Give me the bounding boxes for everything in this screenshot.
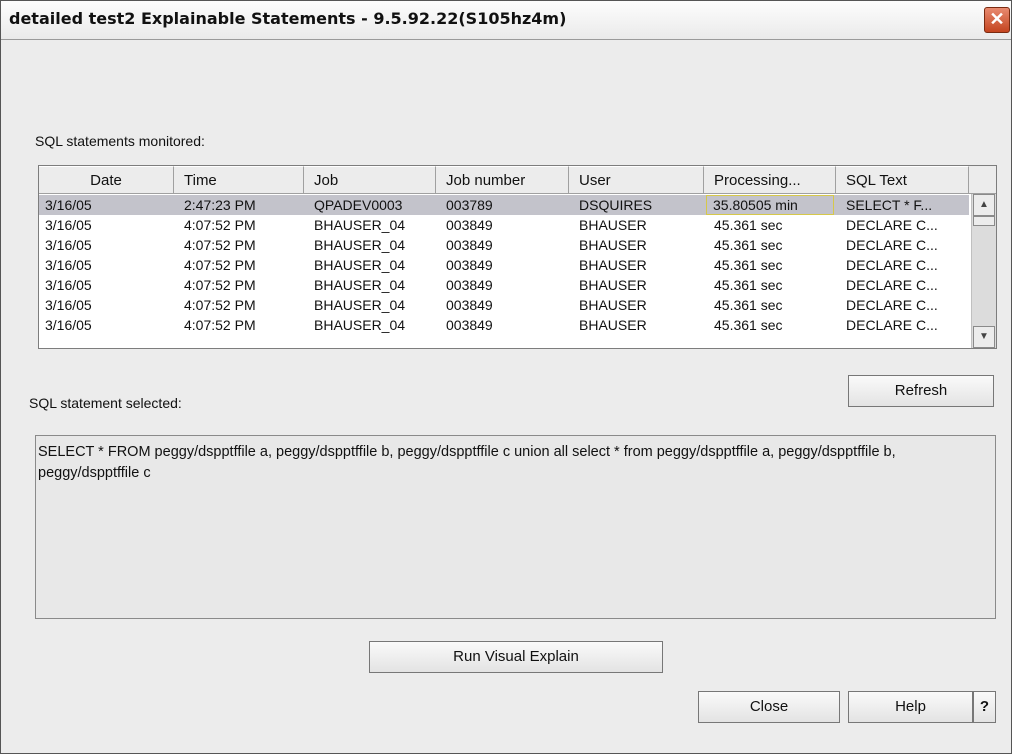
explainable-statements-window: detailed test2 Explainable Statements - … — [0, 0, 1012, 754]
table-cell: 3/16/05 — [45, 237, 92, 253]
table-cell: DECLARE C... — [846, 317, 938, 333]
close-button[interactable]: Close — [698, 691, 840, 723]
table-cell: QPADEV0003 — [314, 197, 403, 213]
table-cell: 4:07:52 PM — [184, 277, 256, 293]
table-cell: 45.361 sec — [714, 237, 783, 253]
table-cell: 45.361 sec — [714, 297, 783, 313]
table-cell: BHAUSER — [579, 277, 647, 293]
table-cell: 45.361 sec — [714, 317, 783, 333]
table-cell: 003849 — [446, 257, 493, 273]
table-cell: 4:07:52 PM — [184, 217, 256, 233]
table-cell: 3/16/05 — [45, 197, 92, 213]
table-cell: 2:47:23 PM — [184, 197, 256, 213]
table-cell: 45.361 sec — [714, 277, 783, 293]
column-header[interactable]: Job number — [436, 166, 569, 194]
column-header[interactable]: Time — [174, 166, 304, 194]
scroll-down-icon[interactable]: ▼ — [973, 326, 995, 348]
table-cell: BHAUSER — [579, 217, 647, 233]
table-cell: 003849 — [446, 217, 493, 233]
column-header[interactable]: Processing... — [704, 166, 836, 194]
table-cell: BHAUSER — [579, 297, 647, 313]
table-cell: 3/16/05 — [45, 217, 92, 233]
column-header[interactable]: Date — [39, 166, 174, 194]
table-cell: BHAUSER_04 — [314, 257, 406, 273]
table-cell: 45.361 sec — [714, 257, 783, 273]
table-cell: 003789 — [446, 197, 493, 213]
table-cell: DECLARE C... — [846, 217, 938, 233]
table-cell: 3/16/05 — [45, 277, 92, 293]
refresh-button[interactable]: Refresh — [848, 375, 994, 407]
column-header[interactable]: Job — [304, 166, 436, 194]
selected-label: SQL statement selected: — [29, 395, 182, 411]
column-header[interactable]: SQL Text — [836, 166, 969, 194]
sql-statements-table: Date Time Job Job number User Processing... SQ… — [38, 165, 997, 349]
table-cell: 35.80505 min — [706, 195, 834, 215]
close-window-icon[interactable]: ✕ — [984, 7, 1010, 33]
selected-sql-text[interactable]: SELECT * FROM peggy/dspptffile a, peggy/… — [35, 435, 996, 619]
window-title: detailed test2 Explainable Statements - … — [9, 9, 567, 28]
table-cell: BHAUSER_04 — [314, 297, 406, 313]
table-cell: 4:07:52 PM — [184, 317, 256, 333]
table-row[interactable]: 3/16/05 4:07:52 PM BHAUSER_04 003849 BHAUSER… — [39, 255, 969, 275]
table-cell: BHAUSER_04 — [314, 317, 406, 333]
table-cell: BHAUSER — [579, 317, 647, 333]
table-cell: 003849 — [446, 317, 493, 333]
table-cell: 45.361 sec — [714, 217, 783, 233]
table-scrollbar[interactable]: ▲ ▼ — [971, 194, 996, 348]
table-cell: 3/16/05 — [45, 257, 92, 273]
table-cell: DECLARE C... — [846, 277, 938, 293]
scroll-up-icon[interactable]: ▲ — [973, 194, 995, 216]
table-cell: 4:07:52 PM — [184, 257, 256, 273]
table-cell: DECLARE C... — [846, 237, 938, 253]
table-cell: BHAUSER — [579, 257, 647, 273]
table-cell: 3/16/05 — [45, 317, 92, 333]
table-row[interactable]: 3/16/05 4:07:52 PM BHAUSER_04 003849 BHAUSER… — [39, 315, 969, 335]
title-bar[interactable]: detailed test2 Explainable Statements - … — [1, 1, 1011, 40]
table-cell: 3/16/05 — [45, 297, 92, 313]
table-cell: 003849 — [446, 297, 493, 313]
table-cell: SELECT * F... — [846, 197, 933, 213]
table-cell: 003849 — [446, 237, 493, 253]
table-cell: DECLARE C... — [846, 297, 938, 313]
monitored-label: SQL statements monitored: — [35, 133, 205, 149]
table-cell: BHAUSER_04 — [314, 237, 406, 253]
header-filler — [969, 166, 996, 194]
table-cell: DECLARE C... — [846, 257, 938, 273]
run-visual-explain-button[interactable]: Run Visual Explain — [369, 641, 663, 673]
table-cell: BHAUSER_04 — [314, 277, 406, 293]
table-cell: 4:07:52 PM — [184, 237, 256, 253]
whats-this-help-button[interactable]: ? — [973, 691, 996, 723]
table-cell: 4:07:52 PM — [184, 297, 256, 313]
table-cell: DSQUIRES — [579, 197, 653, 213]
table-row[interactable]: 3/16/05 4:07:52 PM BHAUSER_04 003849 BHAUSER… — [39, 235, 969, 255]
table-row[interactable]: 3/16/05 2:47:23 PM QPADEV0003 003789 DSQUIRE… — [39, 195, 969, 215]
table-cell: 003849 — [446, 277, 493, 293]
table-cell: BHAUSER_04 — [314, 217, 406, 233]
table-row[interactable]: 3/16/05 4:07:52 PM BHAUSER_04 003849 BHAUSER… — [39, 295, 969, 315]
table-row[interactable]: 3/16/05 4:07:52 PM BHAUSER_04 003849 BHAUSER… — [39, 275, 969, 295]
table-row[interactable]: 3/16/05 4:07:52 PM BHAUSER_04 003849 BHAUSER… — [39, 215, 969, 235]
column-header[interactable]: User — [569, 166, 704, 194]
help-button[interactable]: Help — [848, 691, 973, 723]
scroll-thumb[interactable] — [973, 216, 995, 226]
table-cell: BHAUSER — [579, 237, 647, 253]
